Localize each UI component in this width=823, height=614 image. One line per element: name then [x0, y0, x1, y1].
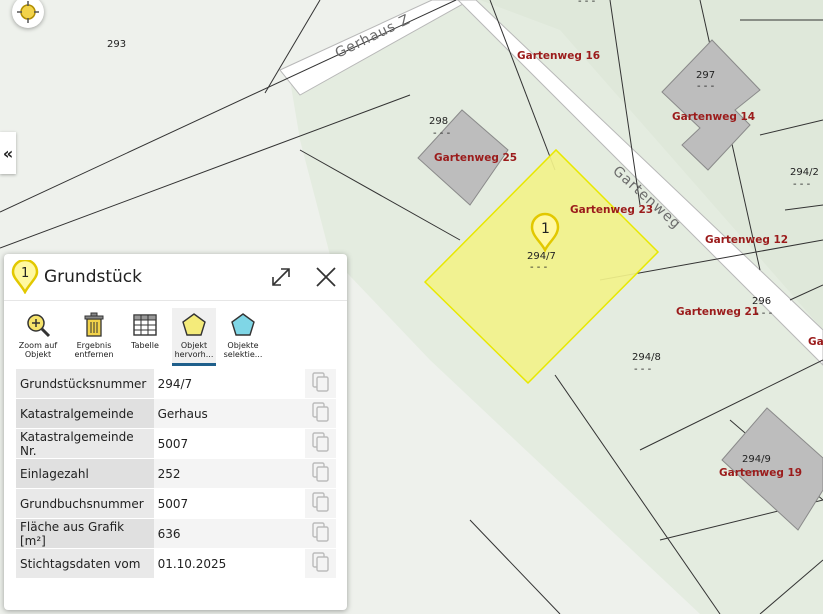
attribute-value: 5007 — [153, 428, 306, 459]
marker-number: 1 — [21, 266, 29, 281]
attribute-value: Gerhaus — [153, 398, 306, 429]
table-row: Grundbuchsnummer 5007 — [16, 488, 336, 519]
attribute-value: 636 — [153, 518, 306, 549]
highlight-polygon-icon — [182, 313, 206, 336]
panel-title: Grundstück — [44, 267, 142, 287]
table-row: Grundstücksnummer 294/7 — [16, 369, 336, 399]
close-icon[interactable] — [314, 265, 338, 293]
tool-label: Tabelle — [131, 341, 159, 350]
attribute-key: Fläche aus Grafik [m²] — [16, 518, 154, 549]
address-label: Gartenweg 23 — [570, 204, 653, 216]
select-objects-button[interactable]: Objekte selektie... — [221, 308, 265, 366]
copy-button[interactable] — [305, 548, 336, 579]
parcel-label: 297 — [696, 70, 715, 81]
address-label: Gartenweg 12 — [705, 234, 788, 246]
copy-button[interactable] — [305, 428, 336, 459]
copy-icon — [312, 522, 329, 542]
tool-label: Ergebnis entfernen — [74, 341, 114, 359]
attribute-key: Stichtagsdaten vom — [16, 548, 154, 579]
table-row: Einlagezahl 252 — [16, 458, 336, 489]
copy-button[interactable] — [305, 369, 336, 399]
result-toolbar: Zoom auf Objekt Ergebnis entfernen Tabel… — [16, 308, 346, 368]
zoom-in-icon — [27, 314, 51, 338]
expand-icon[interactable] — [270, 266, 292, 292]
table-button[interactable]: Tabelle — [123, 308, 167, 366]
table-row: Fläche aus Grafik [m²] 636 — [16, 518, 336, 549]
tool-label: Objekt hervorh... — [174, 341, 214, 359]
copy-button[interactable] — [305, 458, 336, 489]
crosshair-icon — [17, 1, 39, 23]
double-chevron-left-icon: « — [2, 143, 14, 163]
trash-icon — [84, 312, 104, 337]
address-label: Gartenweg 25 — [434, 152, 517, 164]
marker-icon: 1 — [11, 258, 39, 298]
copy-button[interactable] — [305, 398, 336, 429]
parcel-dashes: - - - — [433, 128, 451, 139]
parcel-label: 294/9 — [742, 454, 771, 465]
address-label: Gartenweg 16 — [517, 50, 600, 62]
attribute-value: 5007 — [153, 488, 306, 519]
parcel-label: 298 — [429, 116, 448, 127]
attribute-key: Einlagezahl — [16, 458, 154, 489]
attribute-value: 294/7 — [153, 369, 306, 399]
attribute-key: Katastralgemeinde Nr. — [16, 428, 154, 459]
panel-header: 1 Grundstück — [4, 254, 347, 301]
zoom-to-object-button[interactable]: Zoom auf Objekt — [16, 308, 60, 366]
parcel-label: 293 — [107, 39, 126, 50]
copy-button[interactable] — [305, 518, 336, 549]
parcel-label: 294/8 — [632, 352, 661, 363]
tool-label: Zoom auf Objekt — [18, 341, 58, 359]
address-label: Gartenweg 21 — [676, 306, 759, 318]
copy-icon — [312, 462, 329, 482]
attribute-table: Grundstücksnummer 294/7 Katastralgemeind… — [16, 369, 336, 579]
expand-sidebar-button[interactable]: « — [0, 132, 16, 174]
table-row: Katastralgemeinde Gerhaus — [16, 398, 336, 429]
copy-icon — [312, 552, 329, 572]
parcel-dashes: - - - — [530, 262, 548, 273]
copy-icon — [312, 432, 329, 452]
address-label: Ga — [808, 336, 823, 348]
result-panel: 1 Grundstück Zoom auf Objekt Ergebnis en… — [4, 254, 347, 610]
parcel-dashes: - - - — [634, 364, 652, 375]
parcel-dashes: - - - — [793, 179, 811, 190]
parcel-label: 294/2 — [790, 167, 819, 178]
table-row: Stichtagsdaten vom 01.10.2025 — [16, 548, 336, 579]
address-label: Gartenweg 19 — [719, 467, 802, 479]
attribute-value: 01.10.2025 — [153, 548, 306, 579]
result-marker-number: 1 — [541, 221, 550, 237]
remove-result-button[interactable]: Ergebnis entfernen — [72, 308, 116, 366]
attribute-key: Grundstücksnummer — [16, 369, 154, 399]
select-polygon-icon — [231, 313, 255, 336]
table-icon — [133, 314, 157, 336]
address-label: Gartenweg 14 — [672, 111, 755, 123]
tool-label: Objekte selektie... — [223, 341, 263, 359]
parcel-dashes: - - - — [578, 0, 596, 7]
attribute-key: Katastralgemeinde — [16, 398, 154, 429]
selected-parcel-label: 294/7 — [527, 251, 556, 262]
attribute-value: 252 — [153, 458, 306, 489]
attribute-key: Grundbuchsnummer — [16, 488, 154, 519]
highlight-object-button[interactable]: Objekt hervorh... — [172, 308, 216, 366]
copy-icon — [312, 492, 329, 512]
copy-button[interactable] — [305, 488, 336, 519]
copy-icon — [312, 402, 329, 422]
parcel-dashes: - - - — [697, 81, 715, 92]
copy-icon — [312, 372, 329, 392]
table-row: Katastralgemeinde Nr. 5007 — [16, 428, 336, 459]
